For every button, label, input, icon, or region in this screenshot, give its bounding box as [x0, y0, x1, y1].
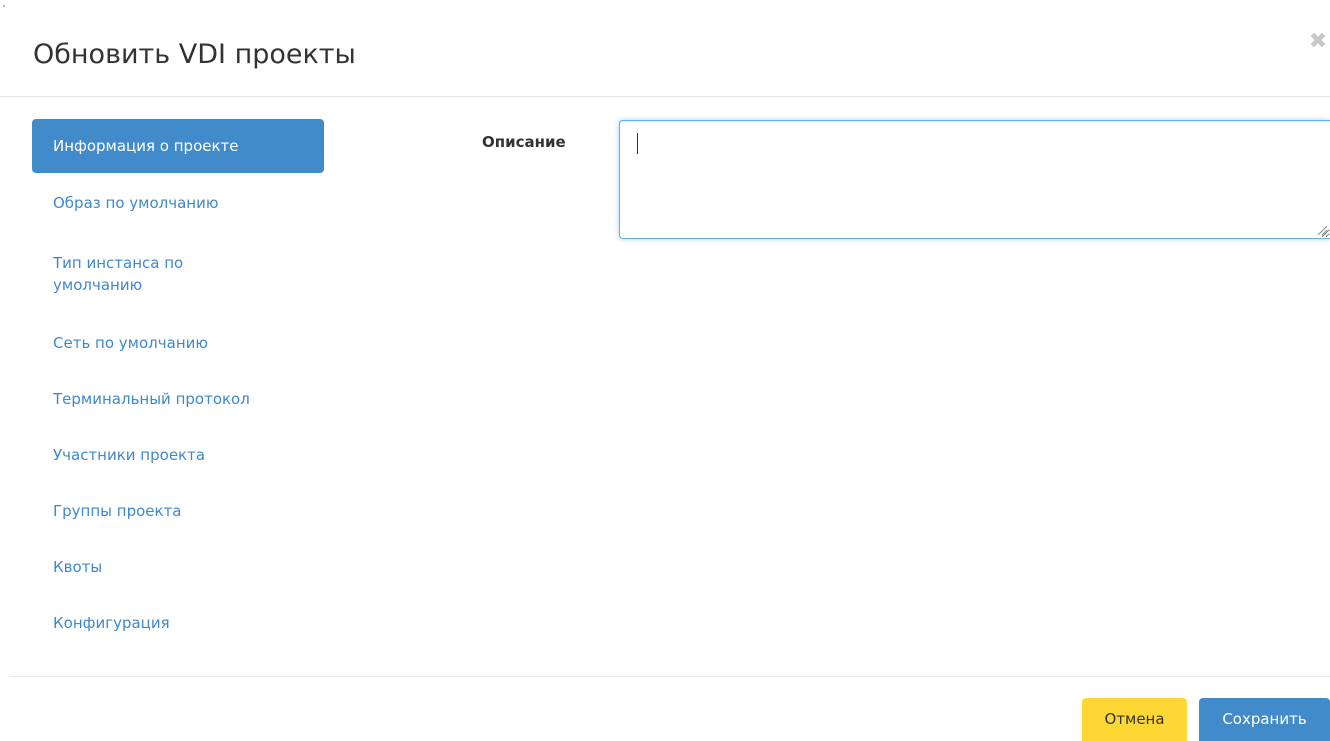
nav-item-label: Участники проекта [53, 446, 206, 464]
nav-item-quotas[interactable]: Квоты [32, 539, 324, 595]
nav-item-project-groups[interactable]: Группы проекта [32, 483, 324, 539]
description-textarea[interactable] [619, 120, 1330, 239]
description-label: Описание [482, 133, 566, 151]
cancel-button[interactable]: Отмена [1082, 698, 1187, 741]
resize-grip-icon[interactable] [1316, 224, 1328, 236]
nav-item-label: Конфигурация [53, 614, 170, 632]
nav-item-configuration[interactable]: Конфигурация [32, 595, 324, 651]
text-caret [637, 133, 638, 154]
nav-item-label: Квоты [53, 558, 103, 576]
nav-item-label: Образ по умолчанию [53, 193, 219, 212]
nav-item-project-info[interactable]: Информация о проекте [32, 119, 324, 173]
update-vdi-project-modal: Обновить VDI проекты ✖ Информация о прое… [0, 0, 1330, 741]
nav-item-default-network[interactable]: Сеть по умолчанию [32, 315, 324, 371]
nav-item-project-members[interactable]: Участники проекта [32, 427, 324, 483]
nav-item-terminal-protocol[interactable]: Терминальный протокол [32, 371, 324, 427]
nav-item-label: Группы проекта [53, 502, 182, 520]
nav-item-label: Сеть по умолчанию [53, 334, 208, 352]
modal-header: Обновить VDI проекты ✖ [0, 0, 1330, 97]
nav-item-label: Терминальный протокол [53, 390, 250, 408]
nav-item-default-flavor[interactable]: Тип инстанса по умолчанию [32, 232, 324, 315]
save-button[interactable]: Сохранить [1199, 698, 1330, 741]
nav-item-label: Информация о проекте [53, 137, 239, 155]
close-icon[interactable]: ✖ [1308, 30, 1328, 54]
nav-item-default-image[interactable]: Образ по умолчанию [32, 173, 324, 232]
modal-title: Обновить VDI проекты [33, 39, 356, 70]
workflow-nav: Информация о проекте Образ по умолчанию … [32, 119, 324, 651]
nav-item-label: Тип инстанса по умолчанию [53, 253, 184, 294]
